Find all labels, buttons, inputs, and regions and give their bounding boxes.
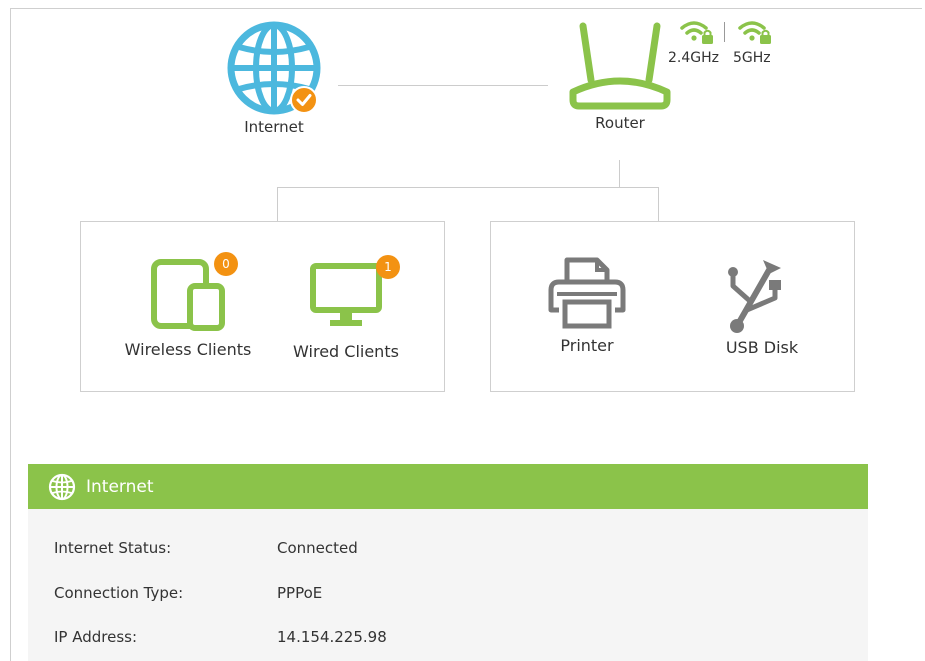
band-label-5g[interactable]: 5GHz — [733, 50, 771, 66]
printer-label: Printer — [560, 336, 614, 355]
globe-icon — [48, 473, 76, 500]
usb-disk-label: USB Disk — [725, 338, 799, 357]
band-divider — [724, 22, 725, 42]
wireless-count-badge: 0 — [214, 252, 238, 276]
router-drop-line — [619, 160, 620, 187]
info-row: Internet Status: Connected — [54, 539, 358, 557]
internet-label: Internet — [244, 118, 304, 136]
wireless-clients[interactable]: 0 Wireless Clients — [112, 252, 264, 359]
printer-device[interactable]: Printer — [535, 256, 639, 355]
info-value: Connected — [277, 539, 358, 557]
branch-right-drop — [658, 187, 659, 221]
usb-icon — [728, 260, 781, 333]
internet-panel-title: Internet — [86, 476, 154, 497]
info-row: IP Address: 14.154.225.98 — [54, 628, 387, 646]
check-icon — [290, 86, 318, 114]
info-row: Connection Type: PPPoE — [54, 584, 322, 602]
wired-clients[interactable]: 1 Wired Clients — [280, 255, 412, 361]
internet-panel-body: Internet Status: Connected Connection Typ… — [28, 509, 868, 661]
printer-icon — [548, 257, 626, 329]
router-icon — [569, 22, 671, 110]
info-key: Internet Status: — [54, 539, 172, 557]
branch-left-drop — [277, 187, 278, 221]
router-label: Router — [595, 114, 645, 132]
branch-line — [277, 187, 659, 188]
info-value: PPPoE — [277, 584, 323, 602]
wifi-lock-icon — [680, 21, 713, 44]
router-node[interactable]: Router — [560, 20, 680, 132]
info-key: Connection Type: — [54, 584, 184, 602]
wired-clients-label: Wired Clients — [293, 342, 399, 361]
info-key: IP Address: — [54, 628, 138, 646]
internet-panel-header: Internet — [28, 464, 868, 509]
wireless-clients-label: Wireless Clients — [124, 340, 252, 359]
wired-count-badge: 1 — [376, 255, 400, 279]
monitor-icon — [310, 263, 382, 326]
internet-node[interactable]: Internet — [222, 20, 326, 136]
wifi-lock-icon — [738, 21, 771, 44]
info-value: 14.154.225.98 — [277, 628, 387, 646]
internet-router-link — [338, 85, 548, 86]
frame-border-left — [10, 8, 11, 661]
band-label-2g[interactable]: 2.4GHz — [668, 50, 719, 66]
frame-border-top — [10, 8, 922, 9]
usb-disk-device[interactable]: USB Disk — [712, 256, 812, 357]
